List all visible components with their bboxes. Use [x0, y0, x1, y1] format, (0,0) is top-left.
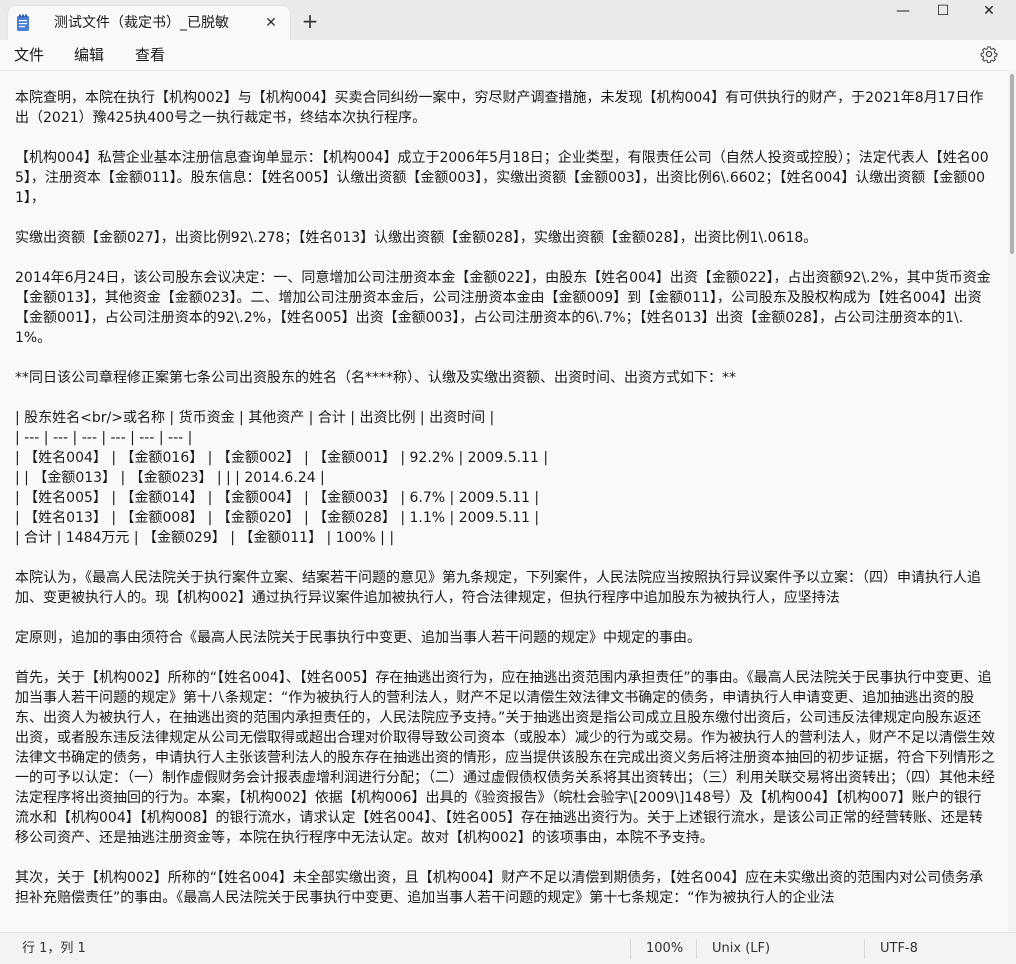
encoding[interactable]: UTF-8: [880, 941, 918, 957]
status-separator: [864, 939, 865, 959]
menu-bar: 文件 编辑 查看: [0, 40, 1016, 70]
close-window-button[interactable]: ✕: [966, 0, 1012, 26]
gear-icon[interactable]: [980, 45, 998, 63]
paragraph: **同日该公司章程修正案第七条公司出资股东的姓名（名****称）、认缴及实缴出资…: [15, 370, 736, 386]
table-line: | --- | --- | --- | --- | --- | --- |: [15, 430, 193, 446]
table-line: | 【姓名013】 | 【金额008】 | 【金额020】 | 【金额028】 …: [15, 510, 540, 526]
menu-file[interactable]: 文件: [14, 44, 44, 66]
markdown-table: | 股东姓名<br/>或名称 | 货币资金 | 其他资产 | 合计 | 出资比例…: [15, 408, 995, 548]
table-line: | 【姓名004】 | 【金额016】 | 【金额002】 | 【金额001】 …: [15, 450, 549, 466]
status-bar: 行 1，列 1 100% Unix (LF) UTF-8: [0, 932, 1016, 964]
notepad-window: 测试文件（裁定书）_已脱敏 ✕ + — ☐ ✕ 文件 编辑 查看 本院查明，本院…: [0, 0, 1016, 964]
menu-view[interactable]: 查看: [135, 44, 165, 66]
table-line: | 【姓名005】 | 【金额014】 | 【金额004】 | 【金额003】 …: [15, 490, 540, 506]
cursor-position: 行 1，列 1: [22, 941, 86, 956]
title-bar: 测试文件（裁定书）_已脱敏 ✕ + — ☐ ✕: [0, 0, 1016, 40]
document-text: 本院查明，本院在执行【机构002】与【机构004】买卖合同纠纷一案中，穷尽财产调…: [15, 88, 995, 928]
notepad-document-icon: [17, 14, 29, 31]
tab-title: 测试文件（裁定书）_已脱敏: [54, 15, 229, 31]
paragraph: 【机构004】私营企业基本注册信息查询单显示：【机构004】成立于2006年5月…: [15, 150, 989, 206]
paragraph: 本院认为，《最高人民法院关于执行案件立案、结案若干问题的意见》第九条规定，下列案…: [15, 570, 981, 606]
text-editor[interactable]: 本院查明，本院在执行【机构002】与【机构004】买卖合同纠纷一案中，穷尽财产调…: [0, 70, 1008, 933]
zoom-level[interactable]: 100%: [646, 941, 683, 957]
document-tab[interactable]: 测试文件（裁定书）_已脱敏 ✕: [8, 6, 290, 40]
table-line: | 合计 | 1484万元 | 【金额029】 | 【金额011】 | 100%…: [15, 530, 395, 546]
vertical-scrollbar[interactable]: [1008, 70, 1016, 932]
tab-close-button[interactable]: ✕: [261, 13, 281, 33]
status-separator: [696, 939, 697, 959]
paragraph: 定原则，追加的事由须符合《最高人民法院关于民事执行中变更、追加当事人若干问题的规…: [15, 630, 701, 646]
menu-edit[interactable]: 编辑: [74, 44, 104, 66]
status-separator: [630, 939, 631, 959]
paragraph: 2014年6月24日，该公司股东会议决定：一、同意增加公司注册资本金【金额022…: [15, 270, 991, 346]
paragraph: 其次，关于【机构002】所称的“【姓名004】未全部实缴出资，且【机构004】财…: [15, 870, 984, 906]
line-ending[interactable]: Unix (LF): [712, 941, 770, 957]
paragraph: 实缴出资额【金额027】，出资比例92\.278；【姓名013】认缴出资额【金额…: [15, 230, 818, 246]
maximize-button[interactable]: ☐: [920, 0, 966, 26]
new-tab-button[interactable]: +: [298, 10, 322, 34]
scrollbar-thumb[interactable]: [1010, 74, 1014, 254]
table-line: | 股东姓名<br/>或名称 | 货币资金 | 其他资产 | 合计 | 出资比例…: [15, 410, 495, 426]
table-line: | | 【金额013】 | 【金额023】 | | | 2014.6.24 |: [15, 470, 325, 486]
paragraph: 首先，关于【机构002】所称的“【姓名004】、【姓名005】存在抽逃出资行为，…: [15, 670, 995, 846]
paragraph: 本院查明，本院在执行【机构002】与【机构004】买卖合同纠纷一案中，穷尽财产调…: [15, 90, 984, 126]
